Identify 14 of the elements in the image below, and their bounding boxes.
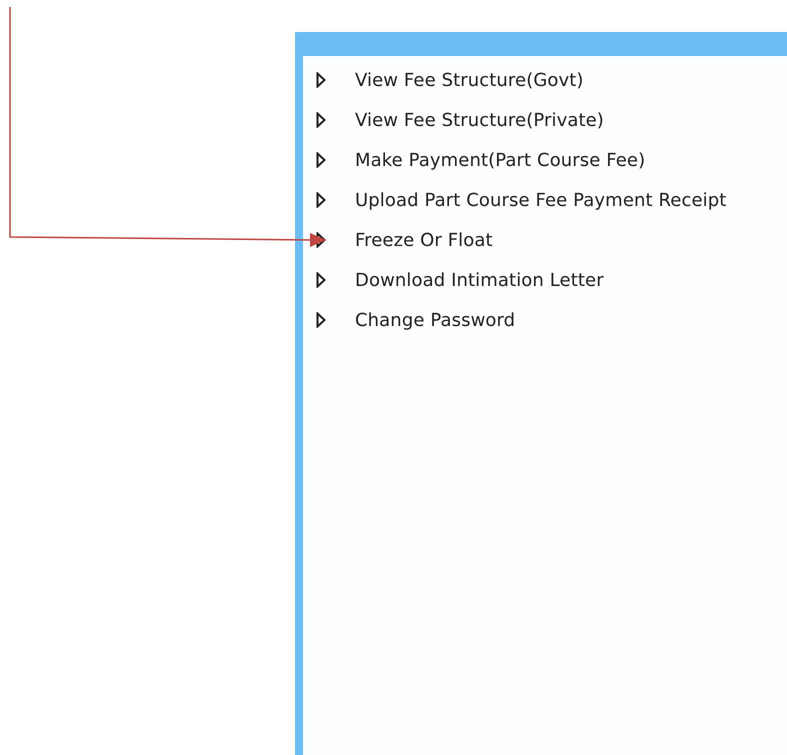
triangle-icon xyxy=(316,312,326,328)
triangle-icon xyxy=(316,112,326,128)
menu-link[interactable]: Freeze Or Float xyxy=(355,230,493,250)
menu-link[interactable]: Make Payment(Part Course Fee) xyxy=(355,150,646,170)
triangle-icon xyxy=(316,152,326,168)
triangle-icon xyxy=(316,72,326,88)
menu-link[interactable]: Change Password xyxy=(355,310,516,330)
menu-link[interactable]: View Fee Structure(Private) xyxy=(355,110,604,130)
menu-link[interactable]: Upload Part Course Fee Payment Receipt xyxy=(355,190,726,210)
triangle-icon xyxy=(316,192,326,208)
menu-link[interactable]: Download Intimation Letter xyxy=(355,270,604,290)
triangle-icon xyxy=(316,272,326,288)
menu-link[interactable]: View Fee Structure(Govt) xyxy=(355,70,584,90)
triangle-icon xyxy=(316,232,326,248)
